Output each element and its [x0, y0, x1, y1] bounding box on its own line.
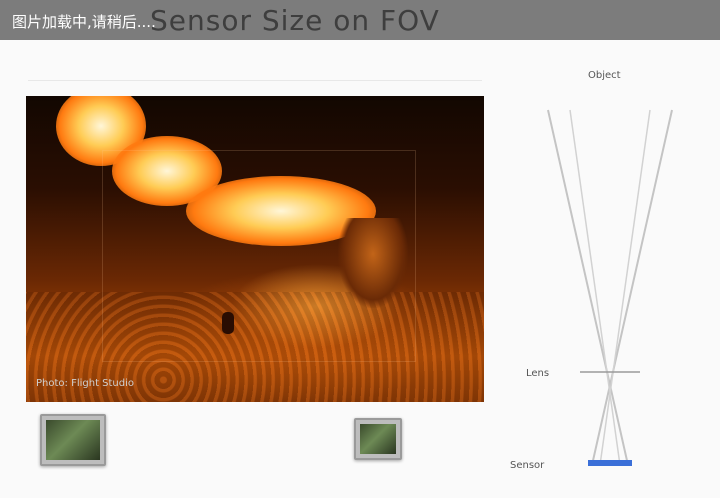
sensor-chip-icon	[360, 424, 396, 454]
ray-left-inner	[569, 109, 621, 466]
fov-photo: Photo: Flight Studio	[26, 96, 484, 402]
sensor-bar	[588, 460, 632, 466]
panel-divider	[28, 80, 482, 81]
header-bar: Sensor Size on FOV 图片加载中,请稍后....	[0, 0, 720, 40]
page-title: Sensor Size on FOV	[150, 4, 440, 37]
lens-label: Lens	[526, 368, 550, 379]
fov-lines	[547, 109, 673, 466]
photo-credit: Photo: Flight Studio	[36, 378, 135, 389]
ray-left-outer	[547, 109, 629, 466]
loading-message: 图片加载中,请稍后....	[12, 13, 156, 31]
sensor-crop-overlay	[102, 150, 416, 362]
full-frame-sensor-button[interactable]	[40, 414, 106, 466]
fov-diagram: Object Lens Sensor	[500, 60, 720, 490]
crop-sensor-button[interactable]	[354, 418, 402, 460]
ray-right-inner	[599, 109, 651, 466]
ray-right-outer	[591, 109, 673, 466]
object-label: Object	[588, 70, 621, 81]
sensor-label: Sensor	[510, 460, 545, 471]
sensor-chip-icon	[46, 420, 100, 460]
fire-breather-image: Photo: Flight Studio	[26, 96, 484, 402]
